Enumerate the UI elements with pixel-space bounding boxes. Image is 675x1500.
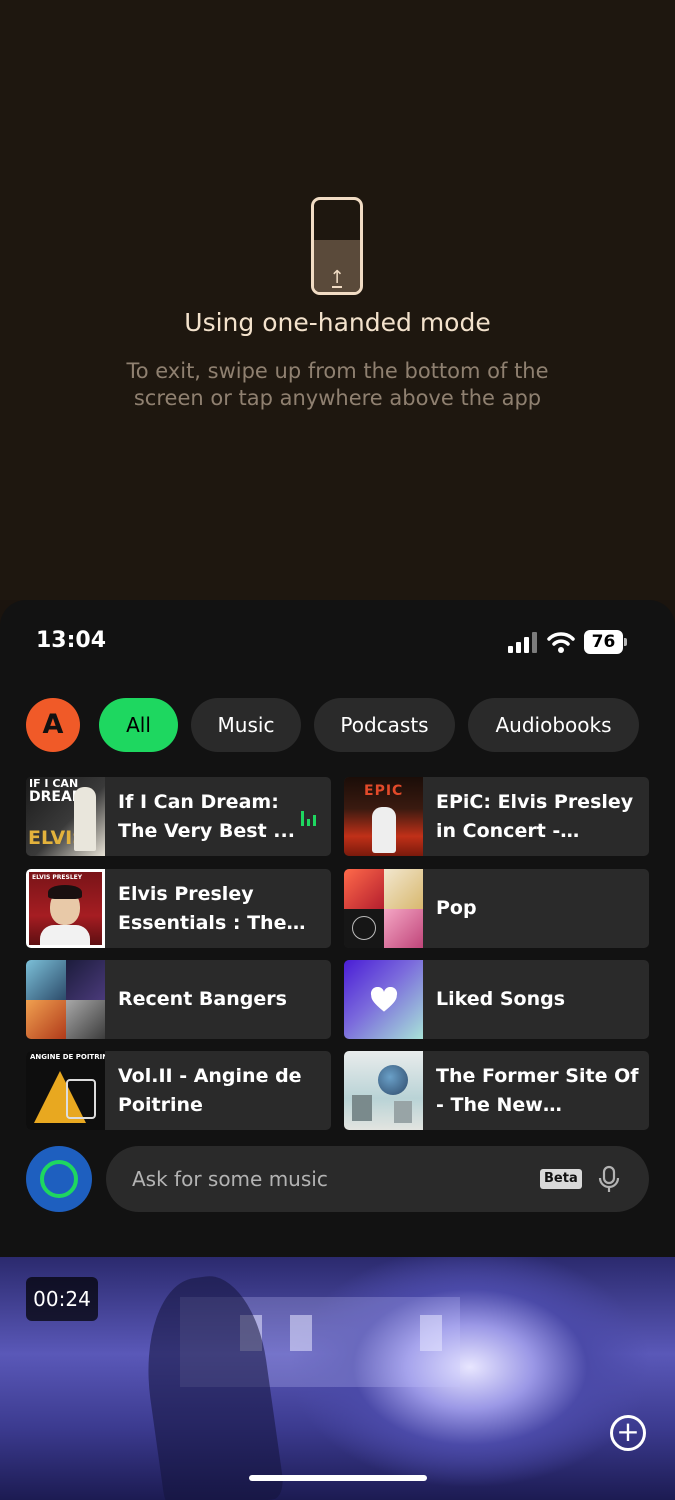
shortcut-title: Vol.II - Angine de Poitrine: [118, 1064, 302, 1116]
now-playing-equalizer-icon: [301, 810, 317, 826]
shortcut-tile[interactable]: EPIC EPiC: Elvis Presley in Concert - Or…: [344, 777, 649, 856]
shortcut-title: The Former Site Of - The New Pornogra...: [436, 1064, 639, 1116]
dj-button[interactable]: [26, 1146, 92, 1212]
album-cover-angine-de-poitrine: ANGINE DE POITRINE: [26, 1051, 105, 1130]
overlay-description: To exit, swipe up from the bottom of the…: [126, 359, 549, 410]
overlay-title: Using one-handed mode: [184, 308, 491, 337]
chip-podcasts[interactable]: Podcasts: [314, 698, 455, 752]
profile-avatar[interactable]: A: [26, 698, 80, 752]
chip-all[interactable]: All: [99, 698, 178, 752]
video-preview[interactable]: 00:24 +: [0, 1257, 675, 1500]
shortcut-title: Elvis Presley Essentials : The Ki...: [118, 882, 287, 934]
shortcut-title: Liked Songs: [436, 988, 566, 1010]
status-time: 13:04: [36, 628, 107, 653]
album-cover-epic: EPIC: [344, 777, 423, 856]
album-cover-if-i-can-dream: IF I CAN DREAM ELVIS: [26, 777, 105, 856]
shortcut-tile[interactable]: The Former Site Of - The New Pornogra...: [344, 1051, 649, 1130]
playlist-cover-recent-bangers: [26, 960, 105, 1039]
wifi-icon: [547, 632, 575, 653]
video-timecode: 00:24: [26, 1277, 98, 1321]
album-cover-the-former-site-of: [344, 1051, 423, 1130]
shortcut-tile[interactable]: ANGINE DE POITRINE Vol.II - Angine de Po…: [26, 1051, 331, 1130]
chip-music[interactable]: Music: [191, 698, 301, 752]
chip-audiobooks[interactable]: Audiobooks: [468, 698, 639, 752]
album-cover-elvis-essentials: ELVIS PRESLEY: [26, 869, 105, 948]
liked-songs-cover: [344, 960, 423, 1039]
shortcut-title: Pop: [436, 897, 477, 919]
cell-signal-icon: [508, 631, 538, 653]
ask-input[interactable]: Ask for some music Beta: [106, 1146, 649, 1212]
shortcut-tile[interactable]: IF I CAN DREAM ELVIS If I Can Dream: The…: [26, 777, 331, 856]
playlist-cover-pop: [344, 869, 423, 948]
shortcut-title: If I Can Dream: The Very Best ...: [118, 790, 295, 842]
ask-bar: Ask for some music Beta: [26, 1146, 649, 1212]
shortcut-tile[interactable]: Liked Songs: [344, 960, 649, 1039]
battery-icon: 76: [584, 630, 628, 654]
shortcut-tile[interactable]: ELVIS PRESLEY Elvis Presley Essentials :…: [26, 869, 331, 948]
microphone-icon[interactable]: [594, 1164, 624, 1194]
beta-badge: Beta: [540, 1169, 582, 1189]
ask-placeholder: Ask for some music: [132, 1167, 328, 1191]
heart-icon: [370, 987, 398, 1012]
add-icon[interactable]: +: [610, 1415, 646, 1451]
home-indicator[interactable]: [249, 1475, 427, 1481]
shortcut-title: Recent Bangers: [118, 988, 287, 1010]
status-bar: 13:04 76: [0, 600, 675, 680]
shortcut-tile[interactable]: Pop: [344, 869, 649, 948]
spotify-home: 13:04 76 A All Music Podcasts Audiobooks…: [0, 600, 675, 1500]
battery-level: 76: [584, 630, 623, 654]
shortcut-title: EPiC: Elvis Presley in Concert - Origina…: [436, 790, 634, 842]
shortcut-tile[interactable]: Recent Bangers: [26, 960, 331, 1039]
one-handed-mode-phone-icon: ↑: [311, 197, 363, 295]
filter-chips: A All Music Podcasts Audiobooks: [0, 698, 675, 752]
one-handed-mode-overlay[interactable]: ↑ Using one-handed mode To exit, swipe u…: [0, 0, 675, 600]
